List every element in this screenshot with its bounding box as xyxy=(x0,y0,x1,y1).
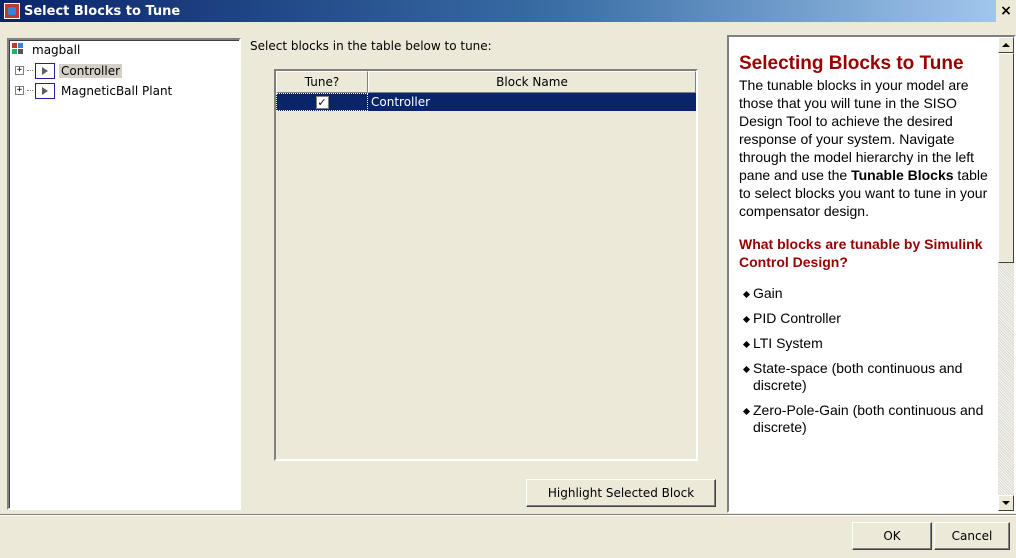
subsystem-block-icon xyxy=(35,82,55,99)
model-tree[interactable]: magball + Controller + MagneticBall Plan… xyxy=(7,38,241,510)
table-header: Tune? Block Name xyxy=(276,71,696,93)
tree-item-label: magball xyxy=(32,42,81,57)
close-button[interactable]: × xyxy=(996,0,1016,22)
list-item: Gain xyxy=(743,285,991,302)
list-item: PID Controller xyxy=(743,310,991,327)
cancel-button[interactable]: Cancel xyxy=(934,522,1010,550)
arrow-up-icon xyxy=(1002,43,1010,47)
table-row[interactable]: ✓ Controller xyxy=(276,93,696,111)
list-item: LTI System xyxy=(743,335,991,352)
tree-item-label: Controller xyxy=(59,63,123,78)
ok-button[interactable]: OK xyxy=(852,522,932,550)
column-header-tune[interactable]: Tune? xyxy=(276,71,368,93)
scroll-up-button[interactable] xyxy=(998,37,1014,53)
close-icon: × xyxy=(1000,3,1012,19)
tunable-blocks-table: Tune? Block Name ✓ Controller xyxy=(274,69,698,461)
tune-checkbox[interactable]: ✓ xyxy=(315,95,329,109)
expand-icon[interactable]: + xyxy=(15,66,24,75)
tree-item-magball[interactable]: magball xyxy=(12,41,82,58)
tunable-blocks-list: Gain PID Controller LTI System State-spa… xyxy=(743,285,991,436)
tune-cell[interactable]: ✓ xyxy=(276,93,368,111)
list-item: Zero-Pole-Gain (both continuous and disc… xyxy=(743,402,991,436)
tree-item-magneticball-plant[interactable]: + MagneticBall Plant xyxy=(15,82,174,99)
model-icon xyxy=(12,42,26,57)
expand-icon[interactable]: + xyxy=(15,86,24,95)
tree-item-controller[interactable]: + Controller xyxy=(15,62,123,79)
subsystem-block-icon xyxy=(35,62,55,79)
app-icon xyxy=(4,3,20,19)
help-scrollbar[interactable] xyxy=(998,37,1014,511)
title-bar: Select Blocks to Tune × xyxy=(0,0,1016,22)
arrow-down-icon xyxy=(1002,501,1010,505)
help-pane: Selecting Blocks to Tune The tunable blo… xyxy=(727,35,1016,513)
highlight-selected-block-button[interactable]: Highlight Selected Block xyxy=(526,479,716,507)
help-title: Selecting Blocks to Tune xyxy=(739,53,964,74)
help-content: Selecting Blocks to Tune The tunable blo… xyxy=(739,53,991,444)
block-name-cell[interactable]: Controller xyxy=(368,93,696,111)
help-subtitle: What blocks are tunable by Simulink Cont… xyxy=(739,236,983,270)
help-body-bold: Tunable Blocks xyxy=(851,167,954,183)
column-header-block-name[interactable]: Block Name xyxy=(368,71,696,93)
tree-item-label: MagneticBall Plant xyxy=(61,83,173,98)
list-item: State-space (both continuous and discret… xyxy=(743,360,991,394)
window-title: Select Blocks to Tune xyxy=(24,3,181,19)
table-instruction: Select blocks in the table below to tune… xyxy=(250,39,492,53)
divider xyxy=(0,514,1016,516)
scroll-down-button[interactable] xyxy=(998,495,1014,511)
help-body: The tunable blocks in your model are tho… xyxy=(739,76,991,220)
scroll-thumb[interactable] xyxy=(998,53,1014,263)
